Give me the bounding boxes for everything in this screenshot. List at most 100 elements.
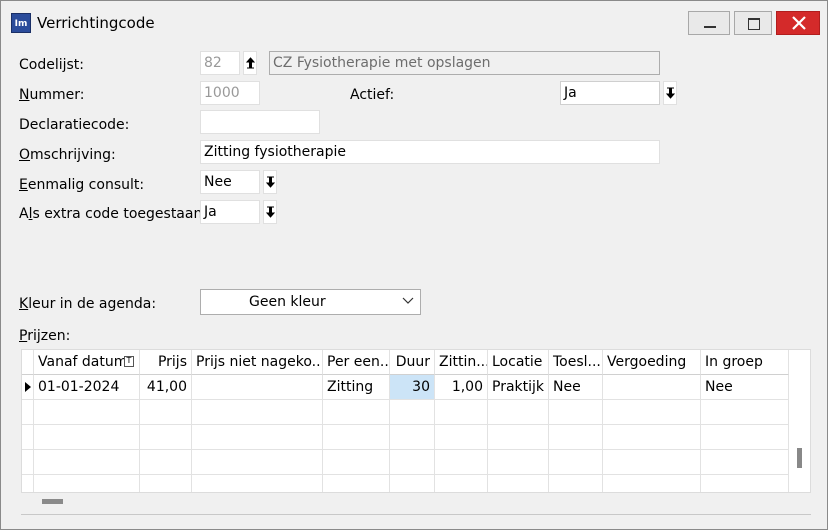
- table-cell[interactable]: [323, 475, 390, 492]
- row-indicator[interactable]: [22, 425, 34, 450]
- table-cell[interactable]: [603, 425, 701, 450]
- horizontal-scrollbar[interactable]: [21, 493, 789, 511]
- kleur-label: Kleur in de agenda:: [19, 296, 157, 312]
- table-cell[interactable]: Praktijk: [488, 375, 549, 400]
- table-cell[interactable]: [549, 475, 603, 492]
- vertical-scroll-thumb[interactable]: [797, 448, 802, 468]
- table-cell[interactable]: [192, 475, 323, 492]
- extra-code-label: Als extra code toegestaan:: [19, 206, 208, 222]
- table-cell[interactable]: [140, 450, 192, 475]
- column-header[interactable]: Prijs: [140, 350, 192, 375]
- table-cell[interactable]: [323, 400, 390, 425]
- column-header[interactable]: Locatie: [488, 350, 549, 375]
- eenmalig-consult-picker-button[interactable]: [263, 170, 277, 194]
- table-cell[interactable]: [701, 425, 789, 450]
- table-cell[interactable]: [603, 400, 701, 425]
- row-indicator[interactable]: [22, 475, 34, 492]
- row-indicator[interactable]: [22, 450, 34, 475]
- dialog-window: Im Verrichtingcode Codelijst: 82 CZ Fysi…: [0, 0, 828, 530]
- table-cell[interactable]: [701, 475, 789, 492]
- table-cell[interactable]: 1,00: [435, 375, 488, 400]
- table-cell[interactable]: 30: [390, 375, 435, 400]
- table-cell[interactable]: [488, 425, 549, 450]
- table-cell[interactable]: Zitting: [323, 375, 390, 400]
- table-cell[interactable]: [435, 450, 488, 475]
- kleur-dropdown[interactable]: Geen kleur: [200, 289, 421, 315]
- table-cell[interactable]: [549, 450, 603, 475]
- vertical-scrollbar[interactable]: [789, 350, 810, 492]
- row-indicator[interactable]: [22, 375, 34, 400]
- table-cell[interactable]: [549, 425, 603, 450]
- codelijst-label: Codelijst:: [19, 57, 85, 73]
- table-cell[interactable]: [34, 425, 140, 450]
- column-header[interactable]: Vanaf datum T: [34, 350, 140, 375]
- table-cell[interactable]: 41,00: [140, 375, 192, 400]
- column-header[interactable]: Vergoeding: [603, 350, 701, 375]
- table-cell[interactable]: [435, 400, 488, 425]
- table-cell[interactable]: [488, 475, 549, 492]
- eenmalig-consult-field[interactable]: Nee: [200, 170, 260, 194]
- column-header[interactable]: Per een...: [323, 350, 390, 375]
- table-cell[interactable]: [140, 400, 192, 425]
- nummer-label: Nummer:: [19, 87, 85, 103]
- window-title: Verrichtingcode: [37, 14, 155, 32]
- row-pointer-icon: [25, 382, 31, 392]
- table-cell[interactable]: [34, 475, 140, 492]
- table-cell[interactable]: Nee: [549, 375, 603, 400]
- table-cell[interactable]: [390, 400, 435, 425]
- codelijst-number-field[interactable]: 82: [200, 51, 240, 75]
- actief-picker-button[interactable]: [663, 81, 677, 105]
- table-cell[interactable]: [192, 400, 323, 425]
- table-cell[interactable]: [603, 475, 701, 492]
- arrow-down-icon: [666, 87, 675, 99]
- column-header-label: Locatie: [492, 354, 543, 370]
- horizontal-scroll-thumb[interactable]: [42, 499, 63, 504]
- column-header[interactable]: Prijs niet nageko...: [192, 350, 323, 375]
- table-cell[interactable]: [390, 425, 435, 450]
- table-cell[interactable]: [34, 450, 140, 475]
- actief-field[interactable]: Ja: [560, 81, 660, 105]
- column-header[interactable]: Zittin...: [435, 350, 488, 375]
- declaratiecode-field[interactable]: [200, 110, 320, 134]
- extra-code-field[interactable]: Ja: [200, 200, 260, 224]
- codelijst-picker-button[interactable]: [243, 51, 257, 75]
- eenmalig-consult-label: Eenmalig consult:: [19, 177, 145, 193]
- table-cell[interactable]: 01-01-2024: [34, 375, 140, 400]
- table-cell[interactable]: [34, 400, 140, 425]
- minimize-button[interactable]: [688, 11, 730, 35]
- table-cell[interactable]: [192, 425, 323, 450]
- close-button[interactable]: [776, 11, 820, 35]
- row-indicator[interactable]: [22, 400, 34, 425]
- sort-filter-icon[interactable]: T: [124, 356, 134, 367]
- extra-code-picker-button[interactable]: [263, 200, 277, 224]
- table-cell[interactable]: [488, 400, 549, 425]
- chevron-down-icon: [402, 297, 414, 304]
- table-cell[interactable]: [192, 450, 323, 475]
- table-cell[interactable]: [603, 450, 701, 475]
- table-cell[interactable]: [140, 425, 192, 450]
- table-cell[interactable]: [140, 475, 192, 492]
- table-cell[interactable]: [323, 425, 390, 450]
- codelijst-name-field: CZ Fysiotherapie met opslagen: [269, 51, 660, 75]
- nummer-field[interactable]: 1000: [200, 81, 260, 105]
- table-cell[interactable]: [323, 450, 390, 475]
- column-header[interactable]: Toesl...: [549, 350, 603, 375]
- maximize-button[interactable]: [734, 11, 772, 35]
- table-cell[interactable]: [435, 475, 488, 492]
- table-cell[interactable]: [701, 450, 789, 475]
- row-indicator-header: [22, 350, 34, 375]
- prijzen-grid[interactable]: Vanaf datum T Prijs Prijs niet nageko... Per…: [21, 349, 811, 493]
- table-cell[interactable]: [603, 375, 701, 400]
- table-cell[interactable]: [435, 425, 488, 450]
- column-header[interactable]: Duur: [390, 350, 435, 375]
- table-cell[interactable]: [192, 375, 323, 400]
- column-header[interactable]: In groep: [701, 350, 789, 375]
- column-header-label: Prijs: [157, 354, 187, 370]
- table-cell[interactable]: [390, 450, 435, 475]
- table-cell[interactable]: [549, 400, 603, 425]
- table-cell[interactable]: [488, 450, 549, 475]
- table-cell[interactable]: [701, 400, 789, 425]
- omschrijving-field[interactable]: Zitting fysiotherapie: [200, 140, 660, 164]
- table-cell[interactable]: Nee: [701, 375, 789, 400]
- table-cell[interactable]: [390, 475, 435, 492]
